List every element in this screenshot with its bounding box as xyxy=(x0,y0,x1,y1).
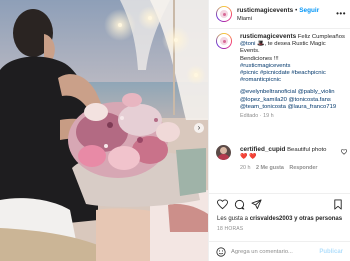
photo-image xyxy=(0,0,208,261)
caption-line-2: , te desea Rustic Magic xyxy=(264,41,326,48)
comment-time: 20 h xyxy=(240,165,251,171)
hashtag-line[interactable]: #picnic #picnicdate #beachpicnic xyxy=(240,70,348,77)
avatar[interactable] xyxy=(216,6,232,22)
commenter-username[interactable]: certified_cupid xyxy=(240,146,285,153)
caption-line-3: Events. xyxy=(240,48,260,55)
comment-likes[interactable]: 2 Me gusta xyxy=(256,165,284,171)
reply-button[interactable]: Responder xyxy=(289,165,317,171)
caption-avatar[interactable] xyxy=(216,33,232,49)
mention-line[interactable]: @evelynbeltranoficial @pably_violin xyxy=(240,89,348,96)
caption-username[interactable]: rusticmagicevents xyxy=(240,33,296,40)
brand-logo-icon xyxy=(220,10,228,18)
header-username[interactable]: rusticmagicevents xyxy=(237,7,293,14)
post-details-panel: rusticmagicevents • Seguir Miami ••• rusti… xyxy=(208,0,350,261)
emoji-smiley-icon[interactable] xyxy=(216,247,226,259)
follow-button[interactable]: Seguir xyxy=(299,7,319,14)
share-send-icon[interactable] xyxy=(251,199,262,212)
caption-line-4: Bendiciones !!! xyxy=(240,55,279,62)
liker-username[interactable]: crisvaldes2003 xyxy=(250,216,293,222)
save-bookmark-icon[interactable] xyxy=(333,199,343,212)
comment-text: Beautiful photo xyxy=(287,147,327,153)
post-photo[interactable]: › xyxy=(0,0,208,261)
post-actions: Les gusta a crisvaldes2003 y otras perso… xyxy=(209,193,350,241)
edited-timestamp: Editado · 19 h xyxy=(240,113,274,120)
location-link[interactable]: Miami xyxy=(237,16,252,22)
mention-line[interactable]: @team_tonicosta @laura_franco719 xyxy=(240,104,348,111)
heart-emoji: ❤️ ❤️ xyxy=(240,154,257,161)
mention-toni[interactable]: @toni xyxy=(240,41,255,47)
like-heart-icon[interactable] xyxy=(216,199,229,212)
hashtag-line[interactable]: #romanticpicnic xyxy=(240,77,348,84)
hashtag-line[interactable]: #rusticmagicevents xyxy=(240,63,348,70)
more-options-icon[interactable]: ••• xyxy=(336,9,346,18)
likes-prefix: Les gusta a xyxy=(217,216,249,222)
caption-line-1: Feliz Cumpleaños xyxy=(297,34,345,40)
separator-dot: • xyxy=(295,7,298,14)
mention-line[interactable]: @lopez_kamila20 @tonicosta.fans xyxy=(240,97,348,104)
likes-others[interactable]: y otras personas xyxy=(294,216,342,222)
caption-text: rusticmagicevents Feliz Cumpleaños @toni… xyxy=(240,33,348,120)
comment-input[interactable]: Agrega un comentario... xyxy=(231,249,293,255)
likes-summary: Les gusta a crisvaldes2003 y otras perso… xyxy=(217,216,342,222)
post-date: 18 HORAS xyxy=(217,226,244,232)
comment-bubble-icon[interactable] xyxy=(234,199,245,212)
brand-logo-icon xyxy=(220,37,228,45)
add-comment-bar: Agrega un comentario... Publicar xyxy=(209,241,350,261)
post-header: rusticmagicevents • Seguir Miami ••• xyxy=(209,0,350,29)
next-photo-button[interactable]: › xyxy=(194,123,204,133)
like-comment-heart-icon[interactable] xyxy=(340,149,348,157)
commenter-avatar[interactable] xyxy=(216,145,231,160)
instagram-post-view: › rusticmagicevents • Seguir Miami ••• rus… xyxy=(0,0,350,261)
publish-button[interactable]: Publicar xyxy=(319,249,343,255)
